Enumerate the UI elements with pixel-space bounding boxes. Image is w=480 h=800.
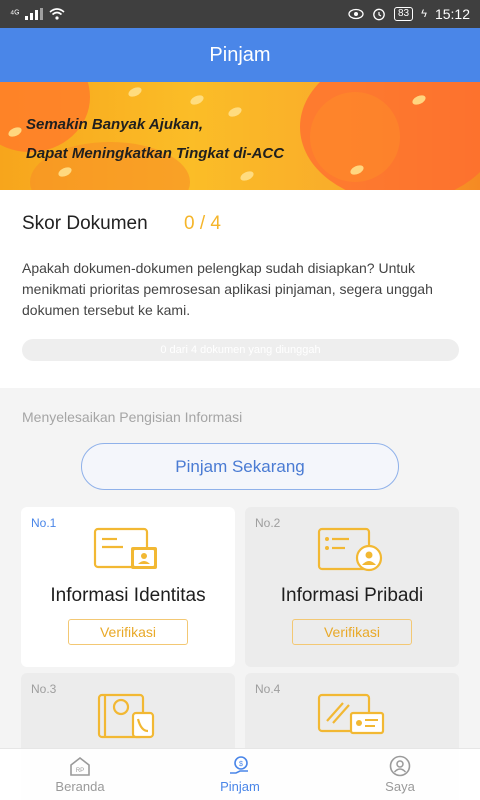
signal-icon: ⁴ᴳ [10,8,20,20]
nav-item-home[interactable]: RP Beranda [0,749,160,800]
status-bar: ⁴ᴳ 83 ϟ 15:12 [0,0,480,28]
section-title: Menyelesaikan Pengisian Informasi [22,409,243,425]
nav-label: Pinjam [220,779,260,794]
card-title: Informasi Pribadi [280,585,424,606]
charging-icon: ϟ [421,8,427,20]
loan-icon: $ [230,756,248,774]
nav-label: Saya [385,779,415,794]
coin-decoration [226,105,244,119]
battery-indicator: 83 [394,7,414,21]
card-number: No.1 [31,516,57,530]
home-icon: RP [70,756,90,776]
banner-line-2: Dapat Meningkatkan Tingkat di-ACC [26,145,285,162]
signal-bars-icon [25,8,44,20]
borrow-now-button[interactable]: Pinjam Sekarang [81,443,399,490]
nav-item-profile[interactable]: Saya [320,749,480,800]
svg-text:RP: RP [76,768,84,774]
score-value: 0 / 4 [184,213,221,234]
wifi-icon [49,8,65,20]
personal-info-icon [317,527,383,572]
promo-banner[interactable]: Semakin Banyak Ajukan, Dapat Meningkatka… [0,82,480,190]
coin-decoration [126,85,144,99]
verify-personal-button[interactable]: Verifikasi [292,619,412,645]
upload-progress-bar: 0 dari 4 dokumen yang diunggah [22,339,459,361]
coin-decoration [188,93,206,107]
verify-identity-button[interactable]: Verifikasi [68,619,188,645]
card-number: No.3 [31,682,57,696]
nav-item-pinjam[interactable]: $ Pinjam [160,749,320,800]
bottom-nav: RP Beranda $ Pinjam Saya [0,748,480,800]
card-number: No.4 [255,682,281,696]
status-time: 15:12 [434,6,470,22]
progress-label: 0 dari 4 dokumen yang diunggah [160,344,321,356]
svg-text:$: $ [239,761,243,768]
id-card-icon [93,527,157,569]
nav-label: Beranda [55,779,105,794]
coin-decoration [238,169,256,183]
bank-card-icon [317,693,385,735]
eye-icon [348,8,364,20]
card-title: Informasi Identitas [50,585,206,606]
personal-info-card[interactable]: No.2 Informasi Pribadi Verifikasi [245,507,459,667]
banner-line-1: Semakin Banyak Ajukan, [26,116,204,133]
profile-icon [389,755,411,777]
page-title: Pinjam [209,43,271,66]
identity-info-card[interactable]: No.1 Informasi Identitas Verifikasi [21,507,235,667]
score-title: Skor Dokumen [22,213,148,234]
card-number: No.2 [255,516,281,530]
app-header: Pinjam [0,28,480,82]
alarm-icon [373,8,385,21]
contact-phone-icon [97,693,155,739]
score-description: Apakah dokumen-dokumen pelengkap sudah d… [22,260,433,318]
document-score-card: Skor Dokumen 0 / 4 Apakah dokumen-dokume… [0,190,480,388]
